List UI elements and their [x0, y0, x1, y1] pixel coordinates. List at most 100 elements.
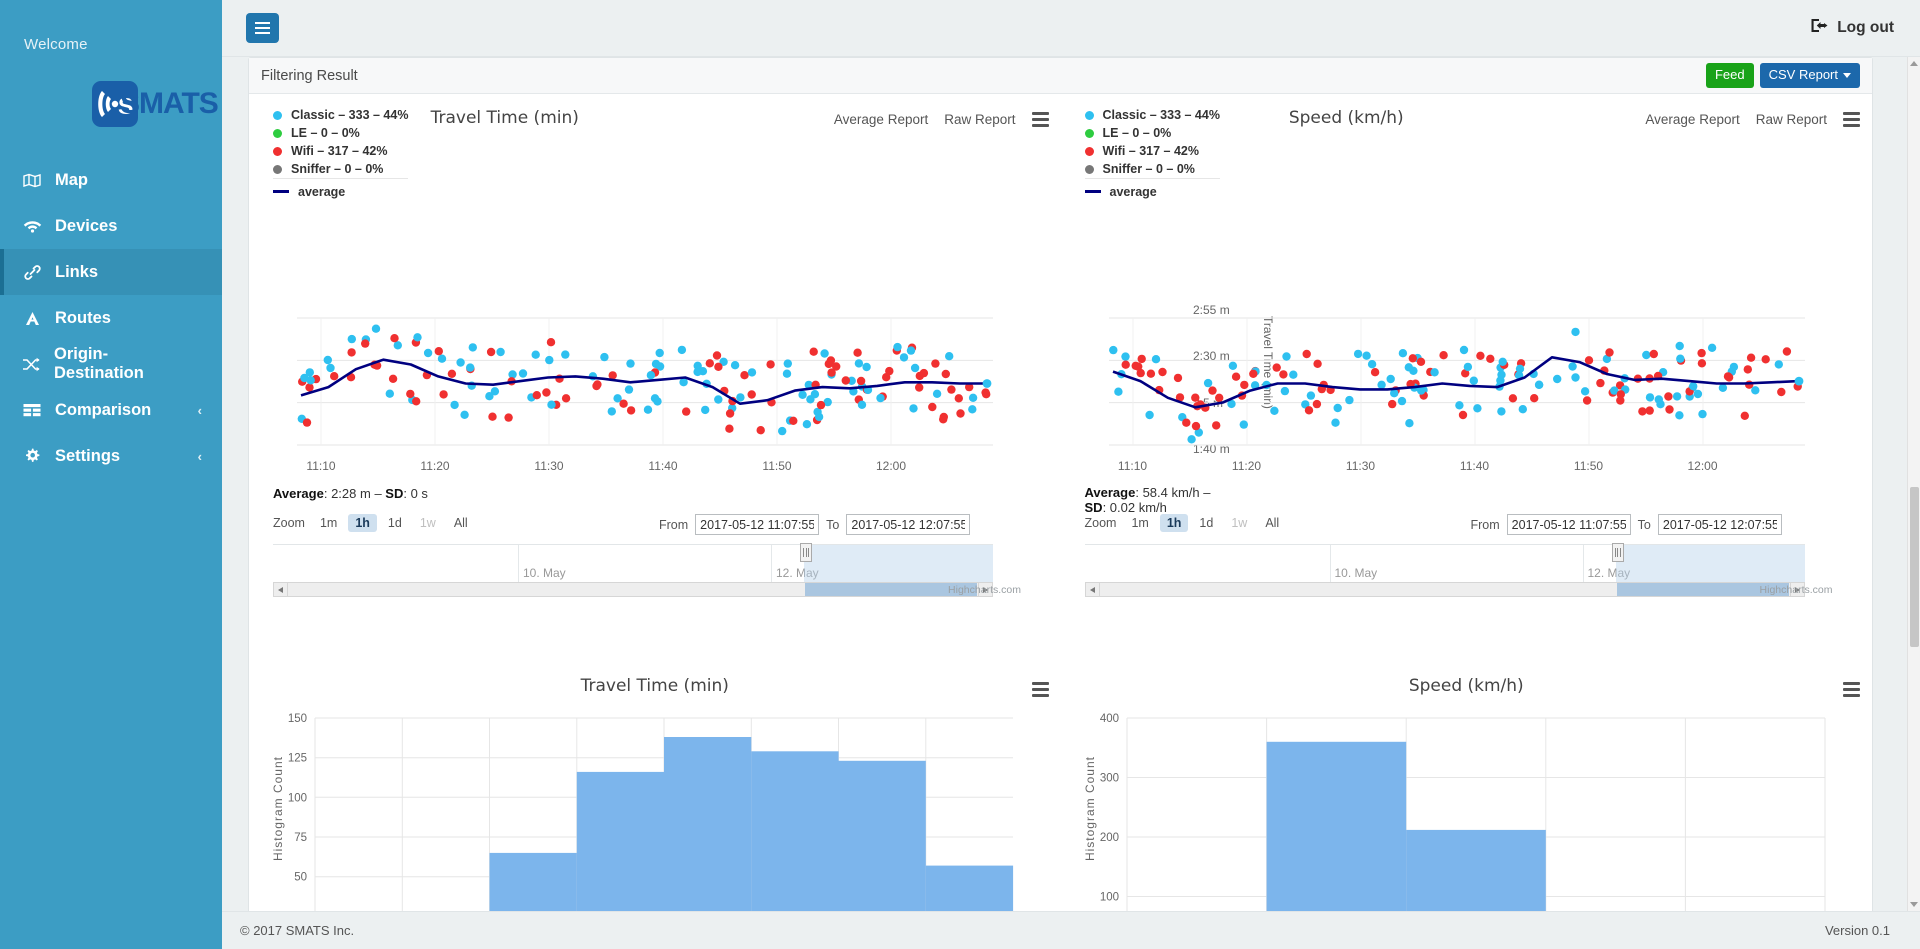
legend-label: average	[298, 184, 346, 199]
legend-item-classic[interactable]: Classic – 333 – 44%	[273, 106, 408, 124]
page-scrollbar[interactable]	[1907, 57, 1920, 911]
legend-dot-icon	[1084, 110, 1094, 120]
zoom-button-1d[interactable]: 1d	[381, 514, 409, 532]
sidebar-item-label: Routes	[55, 308, 111, 327]
zoom-button-all[interactable]: All	[1258, 514, 1286, 532]
navigator-tick-label: 10. May	[523, 566, 566, 580]
legend-dot-icon	[273, 164, 282, 174]
legend-label: average	[1109, 184, 1157, 199]
scatter-plot-area[interactable]	[273, 312, 993, 457]
sidebar-item-links[interactable]: Links	[0, 249, 222, 295]
scrollbar-left-button[interactable]	[1085, 583, 1100, 596]
csv-report-button[interactable]: CSV Report	[1759, 63, 1860, 88]
average-value: 2:28 m	[331, 486, 371, 501]
sidebar-item-label: Map	[55, 170, 88, 189]
sd-label: SD	[1084, 499, 1103, 515]
svg-text:400: 400	[1099, 713, 1118, 725]
scroll-up-button[interactable]	[1908, 57, 1920, 70]
from-label: From	[659, 517, 689, 532]
page-scrollbar-thumb[interactable]	[1910, 487, 1919, 647]
legend-label: Sniffer – 0 – 0%	[291, 162, 384, 176]
svg-text:100: 100	[1099, 892, 1118, 904]
navigator-scrollbar[interactable]	[273, 582, 993, 597]
panel-actions: Feed CSV Report	[1705, 63, 1860, 88]
zoom-button-all[interactable]: All	[447, 514, 475, 532]
sidebar-item-map[interactable]: Map	[0, 157, 222, 203]
legend-item-sniffer[interactable]: Sniffer – 0 – 0%	[1084, 160, 1220, 178]
travel-time-histogram-chart: Travel Time (min) Histogram Count 025507…	[249, 664, 1061, 911]
legend-line-icon	[1084, 190, 1101, 193]
legend-item-le[interactable]: LE – 0 – 0%	[273, 124, 408, 142]
caret-down-icon	[1843, 73, 1851, 78]
scrollbar-left-button[interactable]	[274, 583, 288, 596]
navigator-scrollbar[interactable]	[1084, 582, 1805, 597]
travel-time-column: Travel Time (min) Average Report Raw Rep…	[249, 94, 1275, 911]
highcharts-credits[interactable]: Highcharts.com	[1760, 584, 1833, 596]
chart-context-menu-icon[interactable]	[1843, 682, 1860, 697]
sidebar-item-comparison[interactable]: Comparison ‹	[0, 387, 222, 433]
legend-item-wifi[interactable]: Wifi – 317 – 42%	[273, 142, 408, 160]
scatter-x-axis: 11:10 11:20 11:30 11:40 11:50 12:00	[273, 459, 993, 475]
navigator-left-handle[interactable]	[1611, 543, 1624, 562]
x-tick-label: 12:00	[875, 459, 907, 473]
zoom-button-1h[interactable]: 1h	[1159, 514, 1189, 532]
histogram-plot-area[interactable]: 02550751001251501:40 m1:50 m2:0 m2:10 m2…	[285, 708, 1025, 911]
chart-context-menu-icon[interactable]	[1031, 682, 1049, 697]
zoom-button-1m[interactable]: 1m	[313, 514, 344, 532]
x-tick-label: 11:50	[1573, 459, 1604, 473]
legend-item-le[interactable]: LE – 0 – 0%	[1084, 124, 1220, 142]
legend-item-sniffer[interactable]: Sniffer – 0 – 0%	[273, 160, 408, 178]
histogram-plot-area[interactable]: 01002003004004050607080	[1097, 708, 1837, 911]
zoom-button-1w: 1w	[1231, 516, 1248, 530]
travel-date-range: From To	[659, 514, 971, 535]
logout-button[interactable]: Log out	[1811, 18, 1894, 38]
scroll-down-button[interactable]	[1908, 898, 1920, 911]
legend-item-classic[interactable]: Classic – 333 – 44%	[1084, 106, 1220, 124]
svg-text:200: 200	[1099, 832, 1118, 844]
speed-summary-stats: Average: 58.4 km/h – SD: 0.02 km/h	[1084, 485, 1211, 515]
sidebar: Welcome S SMATS Map Devices Links Routes…	[0, 0, 222, 949]
sidebar-item-routes[interactable]: Routes	[0, 295, 222, 341]
sidebar-item-settings[interactable]: Settings ‹	[0, 433, 222, 479]
sidebar-toggle-button[interactable]	[246, 13, 279, 43]
feed-button[interactable]: Feed	[1705, 63, 1754, 88]
sidebar-item-label: Settings	[55, 446, 121, 465]
zoom-button-1w: 1w	[419, 516, 436, 530]
scatter-plot-area[interactable]	[1085, 312, 1805, 457]
chart-context-menu-icon[interactable]	[1843, 112, 1860, 127]
highcharts-credits[interactable]: Highcharts.com	[948, 584, 1021, 596]
brand-name: SMATS	[120, 87, 219, 120]
legend-item-wifi[interactable]: Wifi – 317 – 42%	[1084, 142, 1220, 160]
speed-column: Speed (km/h) Average Report Raw Report C…	[1061, 94, 1873, 911]
sidebar-item-devices[interactable]: Devices	[0, 203, 222, 249]
page-scroll-area: Filtering Result Feed CSV Report Travel …	[222, 57, 1920, 911]
from-date-input[interactable]	[1506, 514, 1631, 535]
speed-histogram-chart: Speed (km/h) Histogram Count 01002003004…	[1061, 664, 1873, 911]
legend-label: Sniffer – 0 – 0%	[1102, 162, 1195, 176]
table-icon	[22, 403, 42, 417]
raw-report-link[interactable]: Raw Report	[1756, 112, 1827, 127]
sidebar-item-origin-destination[interactable]: Origin-Destination	[0, 341, 222, 387]
legend-item-average[interactable]: average	[1084, 178, 1220, 200]
zoom-button-1h[interactable]: 1h	[348, 514, 377, 532]
navigator-mini-chart[interactable]: 10. May 12. May	[1084, 543, 1805, 582]
x-tick-label: 11:20	[420, 459, 450, 473]
copyright-text: © 2017 SMATS Inc.	[240, 923, 355, 938]
navigator-left-handle[interactable]	[800, 543, 812, 562]
hamburger-icon-bar	[255, 27, 270, 29]
zoom-button-1d[interactable]: 1d	[1192, 514, 1220, 532]
sidebar-item-label: Devices	[55, 216, 118, 235]
svg-text:125: 125	[288, 753, 307, 765]
chart-context-menu-icon[interactable]	[1031, 112, 1049, 127]
zoom-button-1m[interactable]: 1m	[1124, 514, 1155, 532]
average-report-link[interactable]: Average Report	[1645, 112, 1739, 127]
brand-logo: S SMATS	[92, 81, 222, 127]
navigator-mini-chart[interactable]: 10. May 12. May	[273, 543, 993, 582]
raw-report-link[interactable]: Raw Report	[944, 112, 1015, 127]
legend-item-average[interactable]: average	[273, 178, 409, 200]
average-report-link[interactable]: Average Report	[834, 112, 928, 127]
to-date-input[interactable]	[1657, 514, 1782, 535]
to-date-input[interactable]	[846, 514, 971, 535]
travel-summary-stats: Average: 2:28 m – SD: 0 s	[273, 486, 428, 501]
from-date-input[interactable]	[695, 514, 820, 535]
